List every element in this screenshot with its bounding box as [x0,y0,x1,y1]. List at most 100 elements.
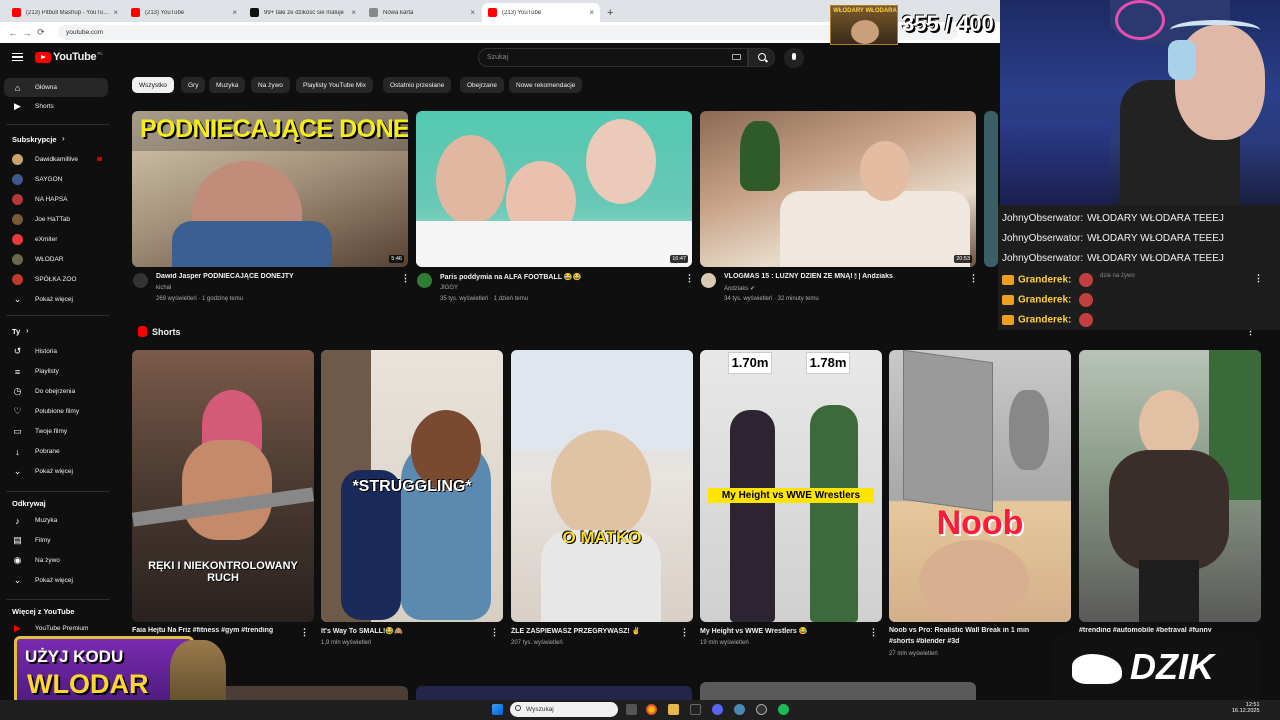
filter-chip[interactable]: Na żywo [251,77,290,93]
short-title[interactable]: Noob vs Pro: Realistic Wall Break in 1 m… [889,627,1054,634]
forward-icon[interactable]: → [20,28,34,38]
more-actions-icon[interactable]: ⋮ [869,627,878,638]
video-title[interactable]: Paris poddymia na ALFA FOOTBALL 😂😂 [440,273,680,281]
app-icon[interactable] [690,704,701,715]
browser-tab[interactable]: Nowa karta × [363,3,481,22]
sidebar-item[interactable]: SPÓŁKA ZOO [4,270,108,289]
video-thumbnail[interactable]: 16:47 [416,111,692,267]
sidebar-item[interactable]: Joe HaTTab [4,210,108,229]
sidebar-item[interactable]: ⌄ Pokaż więcej [4,290,108,309]
video-thumbnail[interactable]: PODNIECAJĄCE DONEJTY 5:46 [132,111,408,267]
subscriptions-header[interactable]: Subskrypcje [12,135,57,144]
short-thumbnail[interactable]: *STRUGGLING* [321,350,503,622]
sidebar-item[interactable]: ♪ Muzyka [4,511,108,530]
browser-tab[interactable]: (213) Pitbull Mashup - YouTube × [6,3,124,22]
obs-icon[interactable] [756,704,767,715]
filter-chip[interactable]: Ostatnio przesłane [383,77,452,93]
video-thumbnail[interactable] [984,111,998,267]
short-thumbnail[interactable] [1079,350,1261,622]
short-thumbnail[interactable]: Noob [889,350,1071,622]
short-title[interactable]: Faia Hejtu Na Friz #fitness #gym #trendi… [132,627,297,634]
reload-icon[interactable]: ⟳ [34,27,48,38]
short-thumbnail[interactable]: O MATKO [511,350,693,622]
short-thumbnail[interactable]: RĘKI I NIEKONTROLOWANY RUCH [132,350,314,622]
filter-chip[interactable]: Obejrzane [460,77,504,93]
filter-chip[interactable]: Wszystko [132,77,174,93]
file-explorer-icon[interactable] [668,704,679,715]
sidebar-item[interactable]: ⌄ Pokaż więcej [4,571,108,590]
close-icon[interactable]: × [470,8,475,17]
filter-chip[interactable]: Nowe rekomendacje [509,77,583,93]
video-title[interactable]: Dawid Jasper PODNIECAJĄCE DONEJTY [156,273,396,280]
short-thumbnail[interactable]: 1.70m 1.78m My Height vs WWE Wrestlers [700,350,882,622]
sidebar-item[interactable]: NA HAPSA [4,190,108,209]
video-thumbnail-partial[interactable] [416,686,692,700]
channel-avatar[interactable] [133,273,148,288]
browser-tab[interactable]: (213) YouTube × [125,3,243,22]
sidebar-item[interactable]: ⌄ Pokaż więcej [4,462,108,481]
sidebar-item[interactable]: SAYGON [4,170,108,189]
sidebar-item[interactable]: ≡ Playlisty [4,362,108,381]
you-header[interactable]: Ty [12,327,20,336]
back-icon[interactable]: ← [6,28,20,38]
channel-avatar[interactable] [417,273,432,288]
sidebar-item[interactable]: ↓ Pobrane [4,442,108,461]
short-title[interactable]: ŻLE ZAŚPIEWASZ PRZEGRYWASZ! ✌ [511,627,676,635]
task-view-icon[interactable] [626,704,637,715]
channel-avatar [12,234,23,245]
more-actions-icon[interactable]: ⋮ [680,627,689,638]
video-thumbnail[interactable]: 20:53 [700,111,976,267]
short-title-line2[interactable]: #shorts #blender #3d [889,638,1054,645]
channel-name[interactable]: Andziaks ✔ [724,285,755,292]
short-title[interactable]: It's Way To SMALL!😂🙈 [321,627,486,635]
sidebar-item[interactable]: ♡ Polubione filmy [4,402,108,421]
url-field[interactable]: youtube.com [58,25,958,40]
sidebar-item[interactable]: ◉ Na żywo [4,551,108,570]
more-actions-icon[interactable]: ⋮ [300,627,309,638]
app-icon[interactable] [734,704,745,715]
more-actions-icon[interactable]: ⋮ [401,273,410,284]
sidebar-item[interactable]: ⌂ Główna [4,78,108,97]
spotify-icon[interactable] [778,704,789,715]
more-actions-icon[interactable]: ⋮ [490,627,499,638]
clock[interactable]: 12:51 16.12.2025 [1232,702,1260,714]
more-actions-icon[interactable]: ⋮ [969,273,978,284]
sidebar-item[interactable]: ▭ Twoje filmy [4,422,108,441]
sidebar-item[interactable]: ▶ Shorts [4,97,108,116]
voice-search-icon[interactable] [784,48,804,68]
filter-chip[interactable]: Playlisty YouTube Mix [296,77,373,93]
channel-name[interactable]: JIGGY [440,285,458,291]
sidebar-item[interactable]: WŁODAR [4,250,108,269]
sidebar-item[interactable]: ▤ Filmy [4,531,108,550]
more-actions-icon[interactable]: ⋮ [685,273,694,284]
taskbar-search[interactable]: Wyszukaj [510,702,618,717]
close-icon[interactable]: × [113,8,118,17]
menu-icon[interactable] [12,53,23,61]
windows-start-icon[interactable] [492,704,503,715]
channel-avatar[interactable] [701,273,716,288]
video-title[interactable]: VLOGMAS 15 : LUŹNY DZIEŃ ZE MNĄ! 🕯 | And… [724,273,964,281]
sidebar-item[interactable]: ↺ Historia [4,342,108,361]
search-button[interactable] [748,48,775,67]
browser-tab[interactable]: 99+ tale ze dzikość sie maluje × [244,3,362,22]
keyboard-icon[interactable] [732,54,741,60]
video-thumbnail-partial[interactable] [700,682,976,700]
sidebar-item[interactable]: eXmiter [4,230,108,249]
close-icon[interactable]: × [351,8,356,17]
filter-chip[interactable]: Muzyka [209,77,246,93]
chrome-icon[interactable] [646,704,657,715]
sidebar-item[interactable]: ◷ Do obejrzenia [4,382,108,401]
search-input[interactable]: Szukaj [478,48,748,67]
close-icon[interactable]: × [232,8,237,17]
close-icon[interactable]: × [589,8,594,17]
browser-tab[interactable]: (213) YouTube × [482,3,600,22]
new-tab-button[interactable]: + [607,7,613,19]
more-actions-icon[interactable]: ⋮ [1254,273,1263,284]
discord-icon[interactable] [712,704,723,715]
youtube-logo[interactable]: YouTube PL [35,51,103,63]
filter-chip[interactable]: Gry [181,77,206,93]
short-title[interactable]: My Height vs WWE Wrestlers 😂 [700,627,865,635]
sidebar-item[interactable]: Dawidkamillive [4,150,108,169]
channel-name[interactable]: kichal [156,285,171,291]
boar-icon [1072,654,1122,684]
